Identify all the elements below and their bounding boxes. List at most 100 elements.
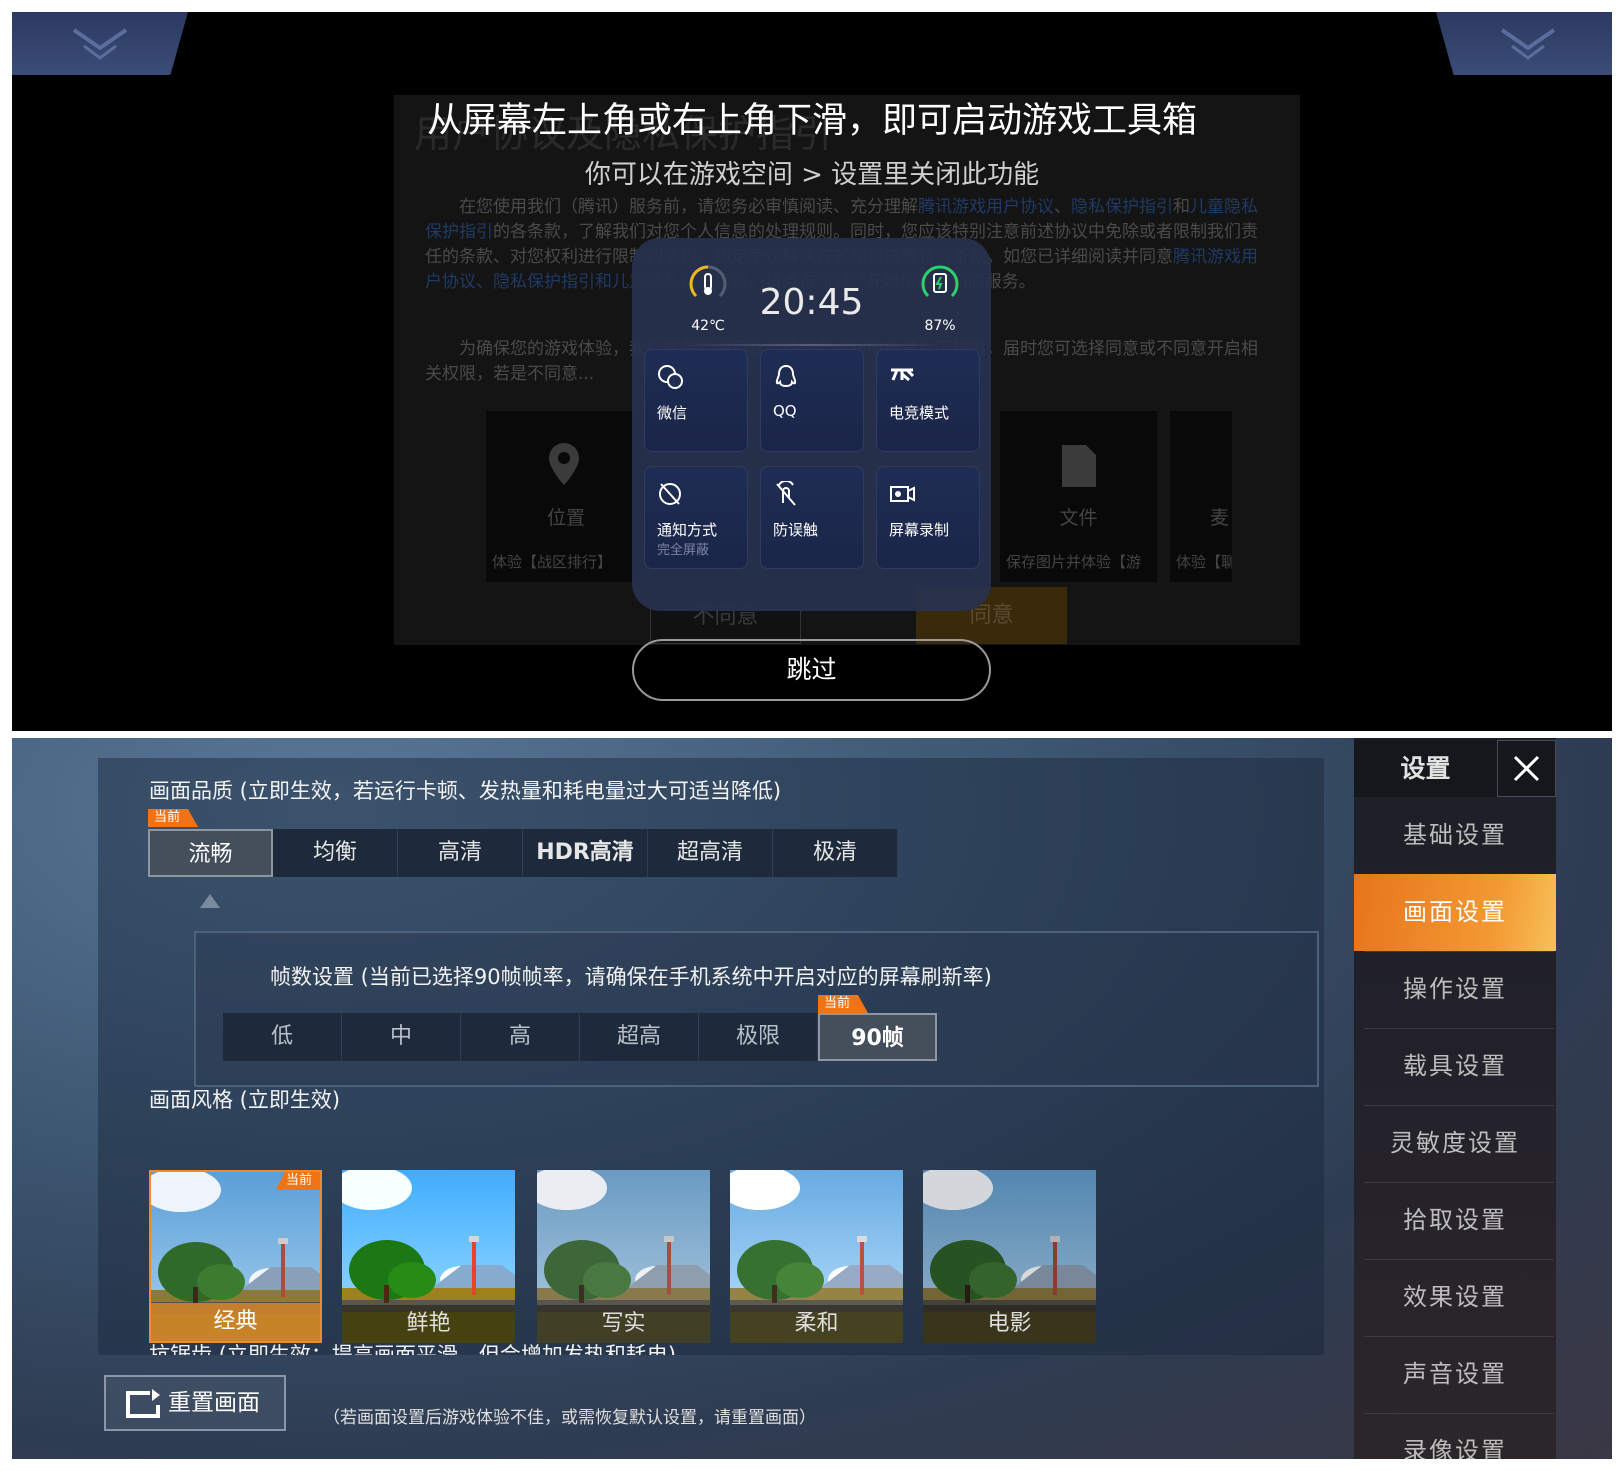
reset-icon	[126, 1389, 160, 1418]
toolbox-hint-subtitle: 你可以在游戏空间 > 设置里关闭此功能	[584, 160, 1040, 190]
tile-label: 屏幕录制	[889, 521, 950, 539]
permission-label: 麦	[1210, 507, 1230, 529]
style-label: 柔和	[730, 1305, 903, 1343]
toolbox-tile-qq[interactable]: QQ	[760, 349, 864, 452]
text: 在您使用我们（腾讯）服务前，请您务必审慎阅读、充分理解	[459, 197, 918, 217]
tile-label: 防误触	[773, 521, 819, 539]
style-label: 写实	[537, 1305, 710, 1343]
style-option[interactable]: 电影	[923, 1170, 1096, 1343]
game-toolbox-tutorial-screen: 用户协议及隐私保护指引 在您使用我们（腾讯）服务前，请您务必审慎阅读、充分理解腾…	[12, 12, 1612, 731]
sidebar-item[interactable]: 操作设置	[1354, 951, 1556, 1028]
toolbox-tile-touch-lock[interactable]: 防误触	[760, 466, 864, 569]
permission-desc: 体验【战区排行】	[492, 553, 613, 571]
battery-charging-icon	[921, 265, 959, 298]
toolbox-hint-title: 从屏幕左上角或右上角下滑，即可启动游戏工具箱	[426, 101, 1197, 141]
sidebar-item[interactable]: 灵敏度设置	[1354, 1105, 1556, 1182]
notification-block-icon	[659, 483, 681, 505]
chevron-down-icon	[1500, 28, 1556, 60]
current-tag: 当前	[148, 809, 198, 827]
text: 、	[1054, 197, 1071, 217]
quality-option[interactable]: 高清	[398, 829, 523, 877]
top-right-swipe-tab[interactable]	[1436, 12, 1612, 75]
divider	[1364, 951, 1554, 952]
divider	[1364, 1413, 1554, 1414]
tile-label: QQ	[773, 402, 797, 420]
battery-indicator: 87%	[910, 265, 970, 334]
permission-desc: 保存图片并体验【游	[1006, 553, 1142, 571]
sidebar-item[interactable]: 录像设置	[1354, 1413, 1556, 1459]
tile-label: 微信	[657, 404, 688, 422]
permission-desc: 体验【聊	[1176, 553, 1232, 571]
settings-content-panel: 画面品质 (立即生效，若运行卡顿、发热量和耗电量过大可适当降低) 当前 流畅 均衡…	[98, 758, 1324, 1355]
sidebar-title: 设置	[1354, 740, 1497, 797]
skip-button[interactable]: 跳过	[632, 639, 991, 701]
anti-aliasing-section-title: 抗锯齿 (立即生效：提高画面平滑，但会增加发热和耗电)	[149, 1343, 677, 1355]
toolbox-tile-notification-block[interactable]: 通知方式 完全屏蔽	[644, 466, 748, 569]
style-option[interactable]: 鲜艳	[342, 1170, 515, 1343]
toolbox-tile-screen-record[interactable]: 屏幕录制	[876, 466, 980, 569]
reset-label: 重置画面	[168, 1390, 260, 1416]
quality-section-title: 画面品质 (立即生效，若运行卡顿、发热量和耗电量过大可适当降低)	[149, 779, 782, 803]
location-pin-icon	[549, 443, 579, 485]
divider	[1364, 1336, 1554, 1337]
quality-option[interactable]: HDR高清	[523, 829, 648, 877]
divider	[1364, 1182, 1554, 1183]
fps-section-title: 帧数设置 (当前已选择90帧帧率，请确保在手机系统中开启对应的屏幕刷新率)	[270, 965, 992, 989]
graphics-settings-screen: 画面品质 (立即生效，若运行卡顿、发热量和耗电量过大可适当降低) 当前 流畅 均衡…	[12, 738, 1612, 1459]
tile-label: 电竞模式	[889, 404, 950, 422]
sidebar-item[interactable]: 声音设置	[1354, 1336, 1556, 1413]
sidebar-item[interactable]: 基础设置	[1354, 797, 1556, 874]
fps-option[interactable]: 超高	[580, 1013, 699, 1061]
style-option[interactable]: 经典 当前	[149, 1170, 322, 1343]
permission-card-microphone: 麦 体验【聊	[1170, 411, 1232, 582]
permission-label: 位置	[546, 507, 585, 529]
quality-options: 流畅 均衡 高清 HDR高清 超高清 极清	[148, 829, 898, 877]
toolbox-tile-wechat[interactable]: 微信	[644, 349, 748, 452]
permission-card-file: 文件 保存图片并体验【游	[1000, 411, 1157, 582]
fps-option[interactable]: 高	[461, 1013, 580, 1061]
tile-label: 通知方式	[657, 521, 718, 539]
quality-option[interactable]: 均衡	[273, 829, 398, 877]
style-option[interactable]: 写实	[537, 1170, 710, 1343]
fps-option[interactable]: 90帧	[818, 1013, 937, 1061]
quality-option[interactable]: 超高清	[648, 829, 773, 877]
reset-graphics-button[interactable]: 重置画面	[104, 1375, 286, 1431]
sidebar-item[interactable]: 载具设置	[1354, 1028, 1556, 1105]
text: 和	[1173, 197, 1190, 217]
fps-options: 低中高超高 极限 90帧	[223, 1013, 937, 1061]
divider	[1364, 1028, 1554, 1029]
style-label: 经典	[151, 1303, 320, 1341]
fps-option[interactable]: 中	[342, 1013, 461, 1061]
quality-option[interactable]: 流畅	[148, 829, 273, 877]
style-section-title: 画面风格 (立即生效)	[149, 1088, 341, 1112]
divider	[1364, 1105, 1554, 1106]
fps-option[interactable]: 低	[223, 1013, 342, 1061]
quality-option[interactable]: 极清	[773, 829, 898, 877]
esports-mode-icon	[891, 368, 915, 382]
close-icon	[1513, 755, 1540, 782]
fps-option[interactable]: 极限	[699, 1013, 818, 1061]
touch-lock-icon	[776, 481, 796, 506]
top-left-swipe-tab[interactable]	[12, 12, 188, 75]
sidebar-item[interactable]: 拾取设置	[1354, 1182, 1556, 1259]
qq-icon	[775, 364, 797, 388]
toolbox-tile-esports-mode[interactable]: 电竞模式	[876, 349, 980, 452]
file-icon	[1062, 445, 1096, 487]
close-button[interactable]	[1497, 740, 1556, 797]
battery-value: 87%	[924, 318, 956, 334]
tile-sublabel: 完全屏蔽	[657, 543, 710, 558]
user-agreement-link[interactable]: 腾讯游戏用户协议	[918, 197, 1054, 217]
game-toolbox-panel: 42℃ 20:45 87% 微信 QQ 电竞模式 通知方式 完全屏蔽 防误触 屏幕录制	[632, 238, 991, 611]
style-option[interactable]: 柔和	[730, 1170, 903, 1343]
sidebar-item[interactable]: 效果设置	[1354, 1259, 1556, 1336]
permission-card-location: 位置 体验【战区排行】	[486, 411, 646, 582]
style-label: 电影	[923, 1305, 1096, 1343]
fps-section: 帧数设置 (当前已选择90帧帧率，请确保在手机系统中开启对应的屏幕刷新率) 当前…	[194, 931, 1319, 1087]
style-label: 鲜艳	[342, 1305, 515, 1343]
permission-label: 文件	[1059, 507, 1098, 529]
chevron-down-icon	[72, 28, 128, 60]
divider	[682, 344, 942, 346]
sidebar-item[interactable]: 画面设置	[1354, 874, 1556, 951]
wechat-icon	[658, 365, 683, 389]
privacy-link[interactable]: 隐私保护指引	[1071, 197, 1173, 217]
